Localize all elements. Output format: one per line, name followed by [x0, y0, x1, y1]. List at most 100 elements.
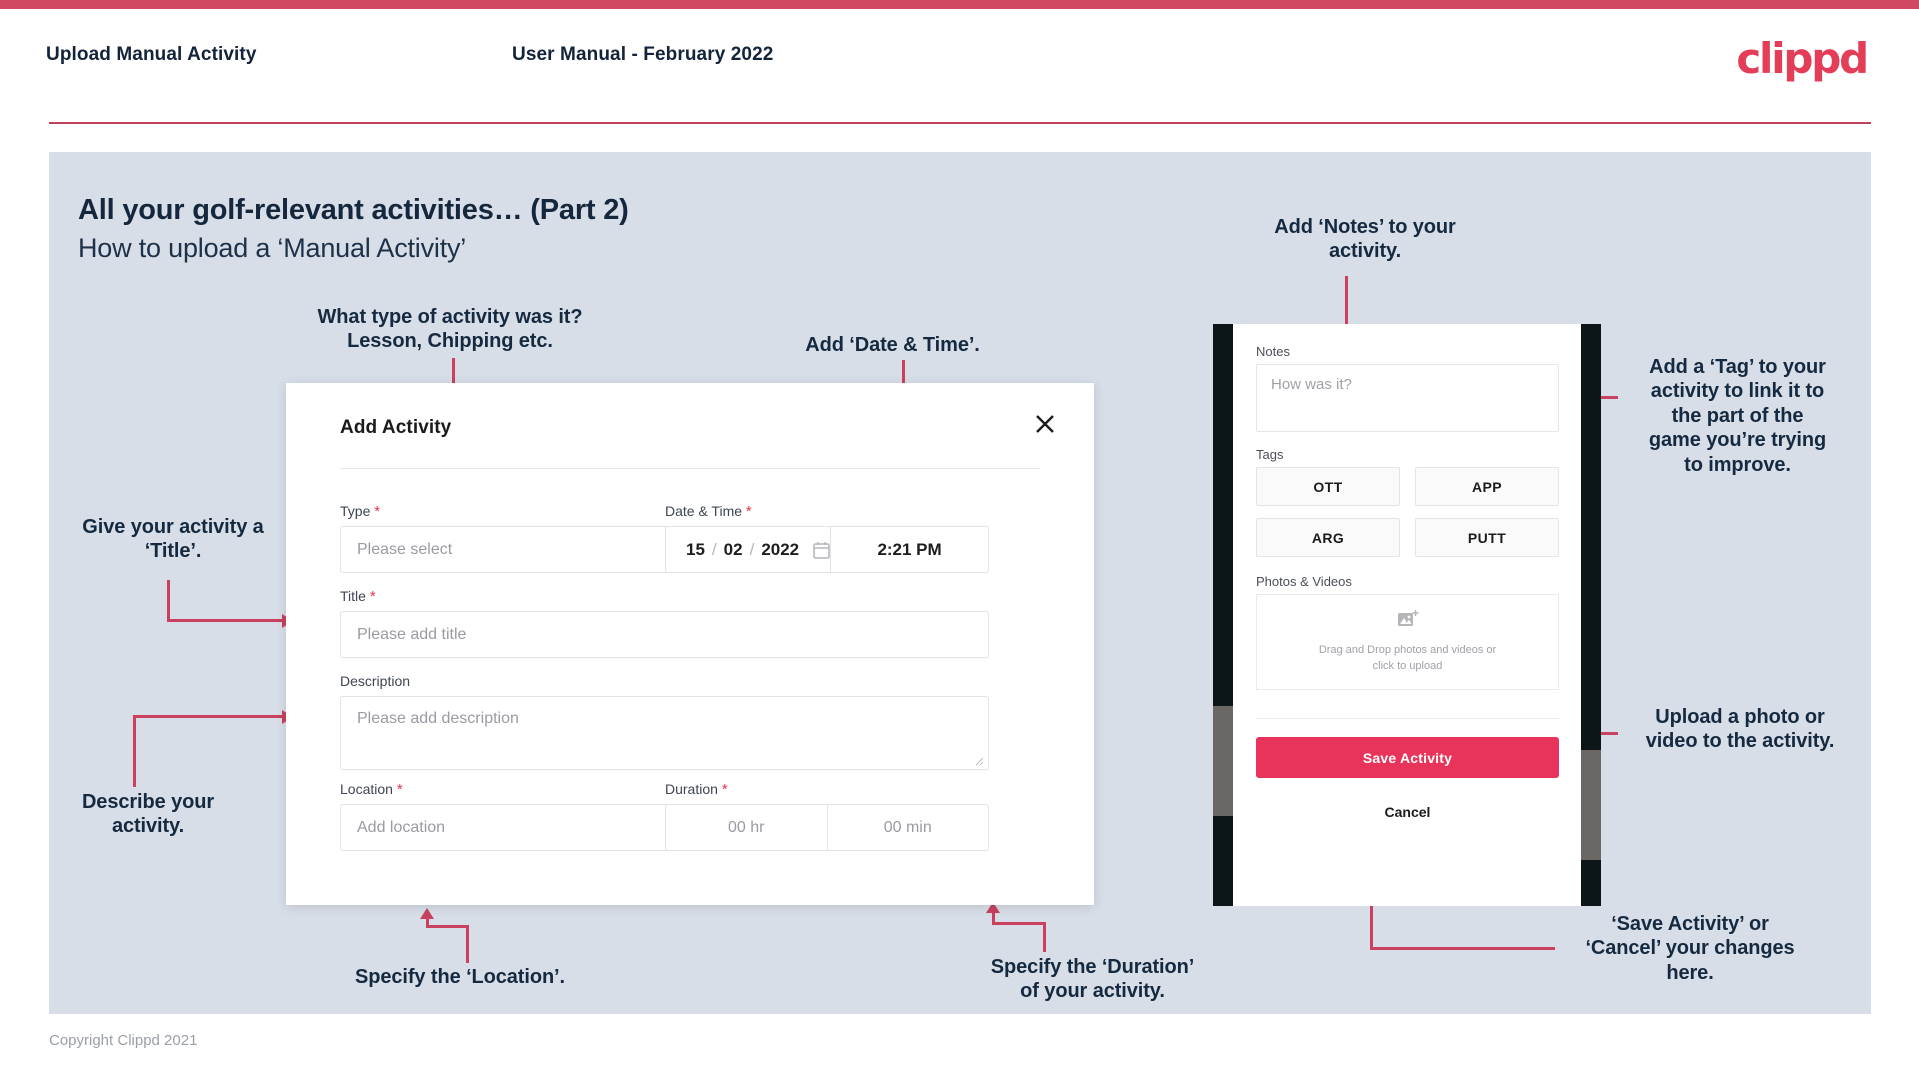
cancel-button[interactable]: Cancel	[1256, 792, 1559, 832]
phone-frame-left	[1213, 324, 1233, 906]
type-select[interactable]: Please select	[340, 526, 712, 573]
tags-label: Tags	[1256, 447, 1284, 462]
arrow-desc-seg2	[133, 715, 285, 718]
datetime-field: 15 / 02 / 2022 2:21 PM	[665, 526, 989, 573]
description-label-text: Description	[340, 673, 411, 689]
arrow-title-seg1	[167, 580, 170, 622]
phone-frame-left-dark	[1213, 816, 1233, 906]
description-label: Description	[340, 673, 410, 689]
annotation-save: ‘Save Activity’ or ‘Cancel’ your changes h…	[1585, 913, 1795, 984]
tag-button-ott[interactable]: OTT	[1256, 467, 1400, 506]
page-title: Upload Manual Activity	[46, 44, 257, 65]
tag-button-arg[interactable]: ARG	[1256, 518, 1400, 557]
tag-label-putt: PUTT	[1467, 529, 1507, 546]
annotation-tag: Add a ‘Tag’ to your activity to link it t…	[1648, 356, 1827, 476]
location-input[interactable]: Add location	[340, 804, 712, 851]
phone-frame-left-gray	[1213, 706, 1233, 816]
photos-label: Photos & Videos	[1256, 574, 1352, 589]
date-day: 15	[686, 539, 705, 559]
date-sep-2: /	[749, 539, 755, 559]
tag-label-app: APP	[1472, 478, 1502, 495]
close-icon[interactable]	[1030, 409, 1060, 439]
arrow-loc-seg3	[426, 918, 429, 928]
annotation-describe: Describe your activity.	[81, 791, 215, 838]
duration-minutes-input[interactable]: 00 min	[828, 805, 989, 850]
annotation-title: Give your activity a ‘Title’.	[82, 516, 264, 563]
calendar-glyph	[813, 541, 830, 559]
type-placeholder: Please select	[357, 540, 453, 558]
slide-subheading: How to upload a ‘Manual Activity’	[78, 233, 467, 263]
datetime-label-text: Date & Time	[665, 503, 743, 519]
type-label: Type *	[340, 503, 380, 520]
arrow-save-seg1	[1370, 947, 1555, 950]
title-input[interactable]: Please add title	[340, 611, 989, 658]
description-textarea[interactable]: Please add description	[340, 696, 989, 770]
calendar-icon[interactable]	[813, 541, 830, 559]
annotation-type: What type of activity was it? Lesson, Chi…	[317, 306, 583, 353]
date-year: 2022	[761, 539, 800, 559]
duration-label-text: Duration	[665, 781, 718, 797]
time-input[interactable]: 2:21 PM	[831, 527, 988, 572]
title-label: Title *	[340, 588, 376, 605]
dropzone-line1: Drag and Drop photos and videos or	[1318, 644, 1497, 657]
notes-placeholder: How was it?	[1271, 376, 1352, 393]
time-value: 2:21 PM	[877, 539, 942, 559]
header-subtitle: User Manual - February 2022	[512, 44, 774, 65]
clippd-logo: clippd	[1736, 34, 1869, 83]
title-label-text: Title	[340, 588, 366, 604]
phone-mockup: Notes How was it? Tags OTT APP ARG PUTT …	[1213, 324, 1601, 906]
phone-screen: Notes How was it? Tags OTT APP ARG PUTT …	[1233, 324, 1581, 906]
arrow-dur-seg1	[1043, 922, 1046, 952]
arrow-desc-seg1	[133, 715, 136, 787]
top-accent-bar	[0, 0, 1919, 9]
notes-textarea[interactable]: How was it?	[1256, 364, 1559, 432]
location-label-text: Location	[340, 781, 393, 797]
arrow-loc-seg2	[426, 925, 469, 928]
save-activity-button[interactable]: Save Activity	[1256, 737, 1559, 778]
arrow-loc-head	[420, 908, 434, 919]
annotation-notes: Add ‘Notes’ to your activity.	[1274, 216, 1456, 263]
duration-field: 00 hr 00 min	[665, 804, 989, 851]
arrow-dur-seg2	[992, 922, 1046, 925]
save-activity-label: Save Activity	[1362, 749, 1453, 766]
phone-frame-right	[1581, 324, 1601, 906]
annotation-duration: Specify the ‘Duration’ of your activity.	[990, 956, 1195, 1003]
datetime-required-mark: *	[745, 503, 752, 520]
add-image-icon	[1397, 609, 1419, 634]
arrow-loc-seg1	[466, 925, 469, 963]
annotation-datetime: Add ‘Date & Time’.	[805, 334, 980, 356]
resize-grip-icon[interactable]	[974, 756, 984, 766]
dialog-title: Add Activity	[340, 417, 452, 438]
date-month: 02	[723, 539, 743, 559]
tag-button-putt[interactable]: PUTT	[1415, 518, 1559, 557]
tag-button-app[interactable]: APP	[1415, 467, 1559, 506]
dropzone-line2: click to upload	[1372, 660, 1443, 672]
phone-frame-right-dark	[1581, 860, 1601, 906]
arrow-title-seg2	[167, 619, 284, 622]
duration-required-mark: *	[721, 781, 728, 798]
close-glyph	[1036, 415, 1054, 433]
location-placeholder: Add location	[357, 818, 446, 836]
title-required-mark: *	[369, 588, 376, 605]
annotation-location: Specify the ‘Location’.	[355, 966, 565, 988]
tag-label-arg: ARG	[1311, 529, 1345, 546]
date-input[interactable]: 15 / 02 / 2022	[666, 527, 832, 572]
title-placeholder: Please add title	[357, 625, 467, 643]
duration-hours-placeholder: 00 hr	[728, 818, 765, 836]
duration-hours-input[interactable]: 00 hr	[666, 805, 828, 850]
phone-frame-right-gray	[1581, 750, 1601, 860]
add-image-glyph	[1397, 610, 1418, 627]
cancel-label: Cancel	[1384, 804, 1431, 820]
duration-minutes-placeholder: 00 min	[883, 818, 932, 836]
photo-dropzone[interactable]: Drag and Drop photos and videos or click…	[1256, 594, 1559, 690]
resize-glyph	[975, 757, 984, 766]
header-divider	[49, 122, 1871, 124]
annotation-upload: Upload a photo or video to the activity.	[1645, 706, 1835, 753]
phone-divider	[1256, 718, 1559, 719]
location-required-mark: *	[396, 781, 403, 798]
footer-copyright: Copyright Clippd 2021	[49, 1032, 198, 1049]
arrow-dur-seg3	[992, 912, 995, 924]
dropzone-text: Drag and Drop photos and videos or click…	[1319, 643, 1496, 675]
date-sep-1: /	[711, 539, 717, 559]
type-label-text: Type	[340, 503, 371, 519]
